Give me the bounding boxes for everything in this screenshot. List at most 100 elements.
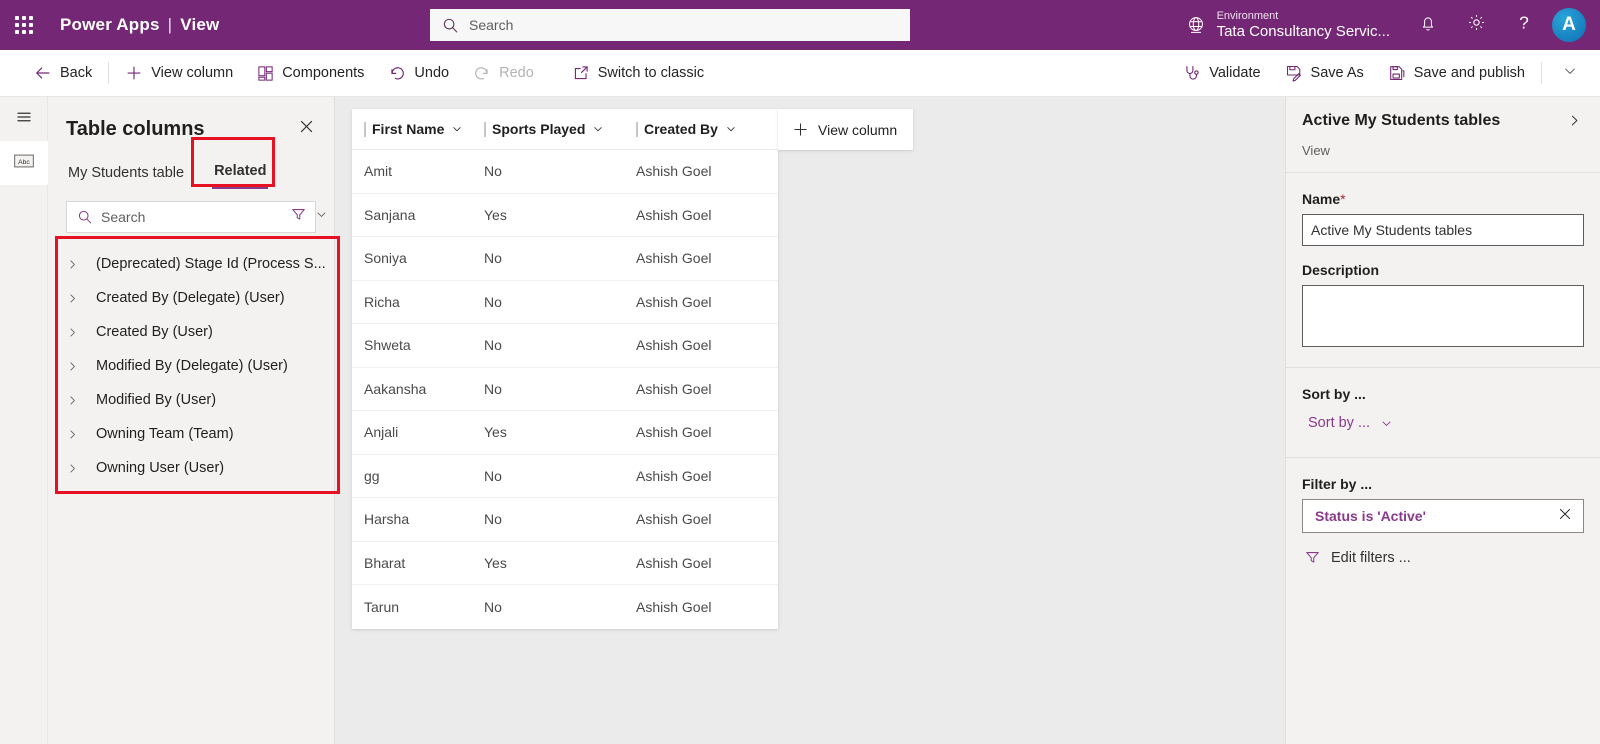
table-row[interactable]: Shweta No Ashish Goel (352, 324, 778, 368)
column-header-sports-played[interactable]: Sports Played (484, 109, 636, 150)
list-item[interactable]: Created By (Delegate) (User) (48, 281, 334, 315)
undo-button[interactable]: Undo (376, 50, 461, 97)
panel-search[interactable] (66, 201, 326, 233)
undo-icon (388, 64, 406, 82)
grid-header-row: First Name Sports Played Created By (352, 109, 778, 150)
panel-tabs: My Students table Related (48, 143, 334, 189)
command-divider (108, 62, 110, 84)
edit-filters-button[interactable]: Edit filters ... (1304, 549, 1584, 566)
column-grip[interactable] (364, 121, 366, 137)
cell-sports-played: No (484, 293, 502, 310)
cell-created-by: Ashish Goel (636, 424, 712, 441)
chevron-right-icon[interactable] (66, 428, 96, 441)
column-header-first-name[interactable]: First Name (352, 109, 484, 150)
name-field[interactable] (1302, 214, 1584, 246)
avatar[interactable]: A (1552, 8, 1586, 42)
description-field[interactable] (1302, 285, 1584, 347)
related-columns-list: (Deprecated) Stage Id (Process S... Crea… (48, 247, 334, 485)
cell-sports-played: No (484, 511, 502, 528)
table-row[interactable]: Soniya No Ashish Goel (352, 237, 778, 281)
filter-pill[interactable]: Status is 'Active' (1302, 499, 1584, 533)
back-button[interactable]: Back (22, 50, 104, 97)
chevron-right-icon[interactable] (66, 394, 96, 407)
list-item[interactable]: Created By (User) (48, 315, 334, 349)
tab-my-students-table[interactable]: My Students table (66, 161, 186, 189)
save-and-publish-button[interactable]: Save and publish (1376, 50, 1537, 97)
chevron-down-icon (1562, 63, 1578, 83)
redo-button[interactable]: Redo (461, 50, 546, 97)
cell-created-by: Ashish Goel (636, 598, 712, 615)
list-item[interactable]: Owning Team (Team) (48, 417, 334, 451)
column-grip[interactable] (484, 121, 486, 137)
cell-first-name: gg (364, 467, 380, 484)
column-grip[interactable] (636, 121, 638, 137)
panel-search-input[interactable] (101, 202, 282, 232)
notifications-button[interactable] (1404, 0, 1452, 50)
search-input[interactable] (469, 9, 898, 41)
view-properties-panel: Active My Students tables View Name* Des… (1285, 97, 1600, 744)
suite-bar: Power Apps | View Environment Tata Consult… (0, 0, 1600, 50)
chevron-down-icon[interactable] (592, 123, 604, 135)
tab-related[interactable]: Related (212, 159, 269, 189)
chevron-right-icon[interactable] (66, 258, 96, 271)
waffle-button[interactable] (0, 0, 48, 50)
cell-sports-played: No (484, 250, 502, 267)
components-label: Components (282, 65, 365, 81)
table-row[interactable]: gg No Ashish Goel (352, 455, 778, 498)
chevron-right-icon[interactable] (66, 360, 96, 373)
list-item[interactable]: Modified By (User) (48, 383, 334, 417)
arrow-left-icon (34, 64, 52, 82)
table-row[interactable]: Amit No Ashish Goel (352, 150, 778, 194)
cell-created-by: Ashish Goel (636, 467, 712, 484)
list-item-label: Modified By (Delegate) (User) (96, 358, 288, 374)
filter-icon (290, 206, 307, 228)
cell-sports-played: No (484, 380, 502, 397)
back-label: Back (60, 65, 93, 81)
settings-button[interactable] (1452, 0, 1500, 50)
table-row[interactable]: Bharat Yes Ashish Goel (352, 542, 778, 585)
sort-by-label: Sort by ... (1302, 386, 1366, 402)
list-item[interactable]: Modified By (Delegate) (User) (48, 349, 334, 383)
switch-to-classic-button[interactable]: Switch to classic (560, 50, 716, 97)
sort-by-dropdown[interactable]: Sort by ... (1304, 409, 1584, 437)
table-row[interactable]: Aakansha No Ashish Goel (352, 368, 778, 411)
properties-subtitle: View (1302, 143, 1330, 158)
table-row[interactable]: Tarun No Ashish Goel (352, 585, 778, 629)
expand-navigation-button[interactable] (0, 97, 48, 141)
expand-properties-button[interactable] (1565, 111, 1584, 135)
add-view-column-button[interactable]: View column (778, 109, 914, 150)
validate-button[interactable]: Validate (1171, 50, 1272, 97)
command-overflow-button[interactable] (1546, 50, 1594, 97)
table-row[interactable]: Harsha No Ashish Goel (352, 498, 778, 542)
chevron-right-icon[interactable] (66, 326, 96, 339)
column-header-created-by[interactable]: Created By (636, 109, 776, 150)
filter-button[interactable] (282, 206, 313, 228)
cell-created-by: Ashish Goel (636, 206, 712, 223)
remove-filter-button[interactable] (1555, 504, 1575, 529)
global-search[interactable] (430, 9, 910, 41)
chevron-down-icon[interactable] (451, 123, 463, 135)
cell-first-name: Richa (364, 293, 400, 310)
chevron-right-icon[interactable] (66, 462, 96, 475)
cell-sports-played: Yes (484, 206, 507, 223)
filter-icon (1304, 549, 1321, 566)
environment-picker[interactable]: Environment Tata Consultancy Servic... (1185, 10, 1390, 40)
filter-chevron-button[interactable] (313, 208, 336, 226)
chevron-down-icon[interactable] (725, 123, 737, 135)
close-panel-button[interactable] (295, 115, 318, 143)
save-as-button[interactable]: Save As (1273, 50, 1376, 97)
table-row[interactable]: Richa No Ashish Goel (352, 281, 778, 324)
view-column-button[interactable]: View column (113, 50, 245, 97)
list-item[interactable]: (Deprecated) Stage Id (Process S... (48, 247, 334, 281)
globe-icon (1185, 14, 1207, 36)
app-brand[interactable]: Power Apps | View (60, 15, 219, 35)
chevron-right-icon[interactable] (66, 292, 96, 305)
list-item[interactable]: Owning User (User) (48, 451, 334, 485)
components-button[interactable]: Components (245, 50, 376, 97)
table-row[interactable]: Sanjana Yes Ashish Goel (352, 194, 778, 237)
environment-name: Tata Consultancy Servic... (1216, 22, 1390, 40)
table-row[interactable]: Anjali Yes Ashish Goel (352, 411, 778, 455)
redo-label: Redo (499, 65, 534, 81)
table-columns-rail-button[interactable]: Abc (0, 141, 48, 185)
help-button[interactable]: ? (1500, 0, 1548, 50)
